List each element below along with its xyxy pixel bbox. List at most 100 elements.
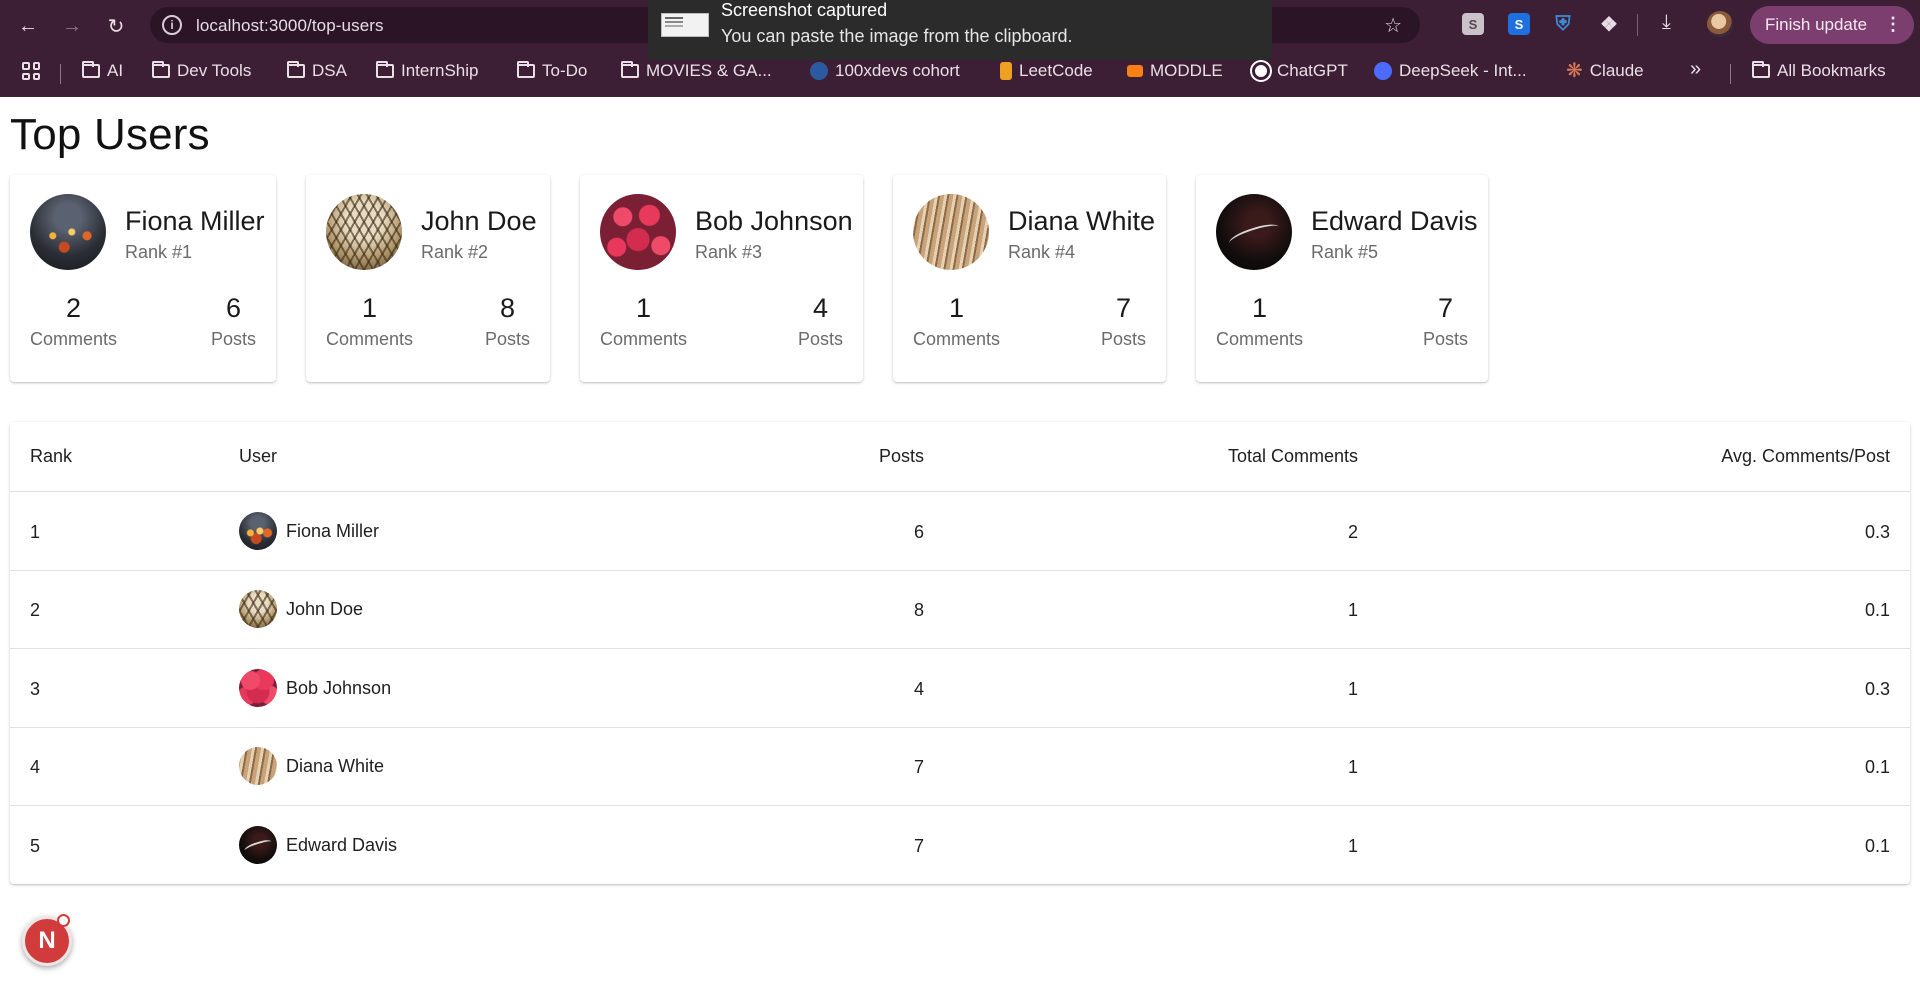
bookmark-claude[interactable]: ❋ Claude [1566,59,1644,83]
comments-stat: 1 Comments [600,291,687,350]
finish-update-button[interactable]: Finish update ⋮ [1750,6,1914,44]
bookmark-label: MOVIES & GA... [646,61,772,80]
avatar [1216,194,1292,270]
bookmark-chatgpt[interactable]: ChatGPT [1252,59,1348,83]
table-header: Rank User Posts Total Comments Avg. Comm… [10,422,1910,492]
chevron-double-right-icon[interactable]: » [1690,58,1701,81]
bookmark-folder-dev-tools[interactable]: Dev Tools [152,59,251,83]
bookmark-leetcode[interactable]: LeetCode [1000,59,1093,83]
avatar [913,194,989,270]
apps-grid-icon[interactable] [22,62,40,80]
posts-label: Posts [1100,329,1146,349]
more-menu-icon[interactable]: ⋮ [1884,14,1902,35]
posts-stat: 4 Posts [798,291,843,350]
cell-user: Fiona Miller [239,512,379,550]
folder-icon [152,61,170,78]
notification-dot [57,914,70,927]
download-icon[interactable]: ⤓ [1662,11,1671,34]
avatar [600,194,676,270]
table-row: 4 Diana White 7 1 0.1 [10,728,1910,806]
bookmark-label: ChatGPT [1277,61,1348,80]
folder-icon [621,61,639,78]
divider [1730,64,1731,84]
comments-stat: 1 Comments [1216,291,1303,350]
puzzle-extensions-icon[interactable]: ❖ [1598,13,1620,36]
user-card: Edward Davis Rank #5 1 Comments 7 Posts [1196,175,1488,382]
site-info-icon[interactable]: i [162,15,182,35]
comments-count: 2 [66,293,82,323]
comments-count: 1 [949,293,965,323]
comments-label: Comments [1216,329,1304,349]
shield-extension-icon[interactable]: ⛨ [1552,13,1574,35]
screenshot-toast[interactable]: Screenshot captured You can paste the im… [648,0,1272,60]
user-card: Diana White Rank #4 1 Comments 7 Posts [893,175,1166,382]
top-users-table: Rank User Posts Total Comments Avg. Comm… [10,422,1910,884]
user-name: John Doe [421,206,537,236]
user-card: Bob Johnson Rank #3 1 Comments 4 Posts [580,175,863,382]
table-row: 2 John Doe 8 1 0.1 [10,571,1910,649]
user-rank: Rank #3 [695,242,763,262]
url-text[interactable]: localhost:3000/top-users [196,16,384,36]
user-name: Bob Johnson [695,206,853,236]
chatgpt-icon [1252,62,1270,80]
folder-icon [287,61,305,78]
forward-button[interactable]: → [56,10,88,42]
bookmark-folder-ai[interactable]: AI [82,59,123,83]
bookmark-100xdevs[interactable]: 100xdevs cohort [810,59,960,83]
comments-count: 1 [1252,293,1268,323]
bookmark-folder-dsa[interactable]: DSA [287,59,347,83]
posts-count: 8 [499,293,515,323]
bookmark-label: LeetCode [1019,61,1093,80]
divider [60,64,61,84]
folder-icon [82,61,100,78]
user-name: Diana White [286,755,385,776]
cell-user: Edward Davis [239,826,397,864]
toast-title: Screenshot captured [721,0,888,20]
profile-avatar[interactable] [1707,11,1733,37]
bookmark-label: All Bookmarks [1777,61,1886,80]
claude-icon: ❋ [1566,60,1583,82]
avatar-detail [1227,220,1281,250]
cell-total-comments: 1 [1347,836,1358,856]
reload-icon: ↻ [107,15,125,38]
cell-avg-comments: 0.3 [1864,522,1890,542]
page: Top Users Fiona Miller Rank #1 2 Comments… [0,97,1920,986]
bookmark-moodle[interactable]: MODDLE [1127,59,1223,83]
extension-icon[interactable]: S [1508,13,1530,35]
user-name: Fiona Miller [125,206,265,236]
comments-label: Comments [913,329,1001,349]
cell-posts: 8 [913,600,924,620]
user-rank: Rank #4 [1008,242,1076,262]
cell-user: Diana White [239,747,384,785]
bookmark-label: DeepSeek - Int... [1399,61,1527,80]
bookmark-label: InternShip [401,61,479,80]
posts-stat: 7 Posts [1423,291,1468,350]
cell-total-comments: 1 [1347,600,1358,620]
bookmark-deepseek[interactable]: DeepSeek - Int... [1374,59,1527,83]
comments-count: 1 [362,293,378,323]
folder-icon [1752,61,1770,78]
comments-label: Comments [326,329,414,349]
browser-chrome: ← → ↻ i localhost:3000/top-users ☆ S S ⛨… [0,0,1920,97]
cell-avg-comments: 0.1 [1864,600,1890,620]
posts-count: 4 [812,293,828,323]
user-rank: Rank #1 [125,242,193,262]
bookmark-folder-movies[interactable]: MOVIES & GA... [621,59,772,83]
cell-posts: 7 [913,757,924,777]
posts-count: 6 [225,293,241,323]
bookmark-label: AI [107,61,124,80]
folder-icon [376,61,394,78]
comments-stat: 1 Comments [913,291,1000,350]
reload-button[interactable]: ↻ [100,10,132,42]
cell-total-comments: 2 [1347,522,1358,542]
extension-icon[interactable]: S [1462,13,1484,35]
bookmark-folder-internship[interactable]: InternShip [376,59,479,83]
cell-rank: 1 [30,522,41,542]
cell-posts: 7 [913,836,924,856]
bookmark-star-icon[interactable]: ☆ [1384,13,1402,38]
bookmark-folder-todo[interactable]: To-Do [517,59,587,83]
arrow-right-icon: → [62,14,82,37]
moodle-icon [1127,65,1143,77]
back-button[interactable]: ← [12,10,44,42]
all-bookmarks[interactable]: All Bookmarks [1752,59,1886,83]
